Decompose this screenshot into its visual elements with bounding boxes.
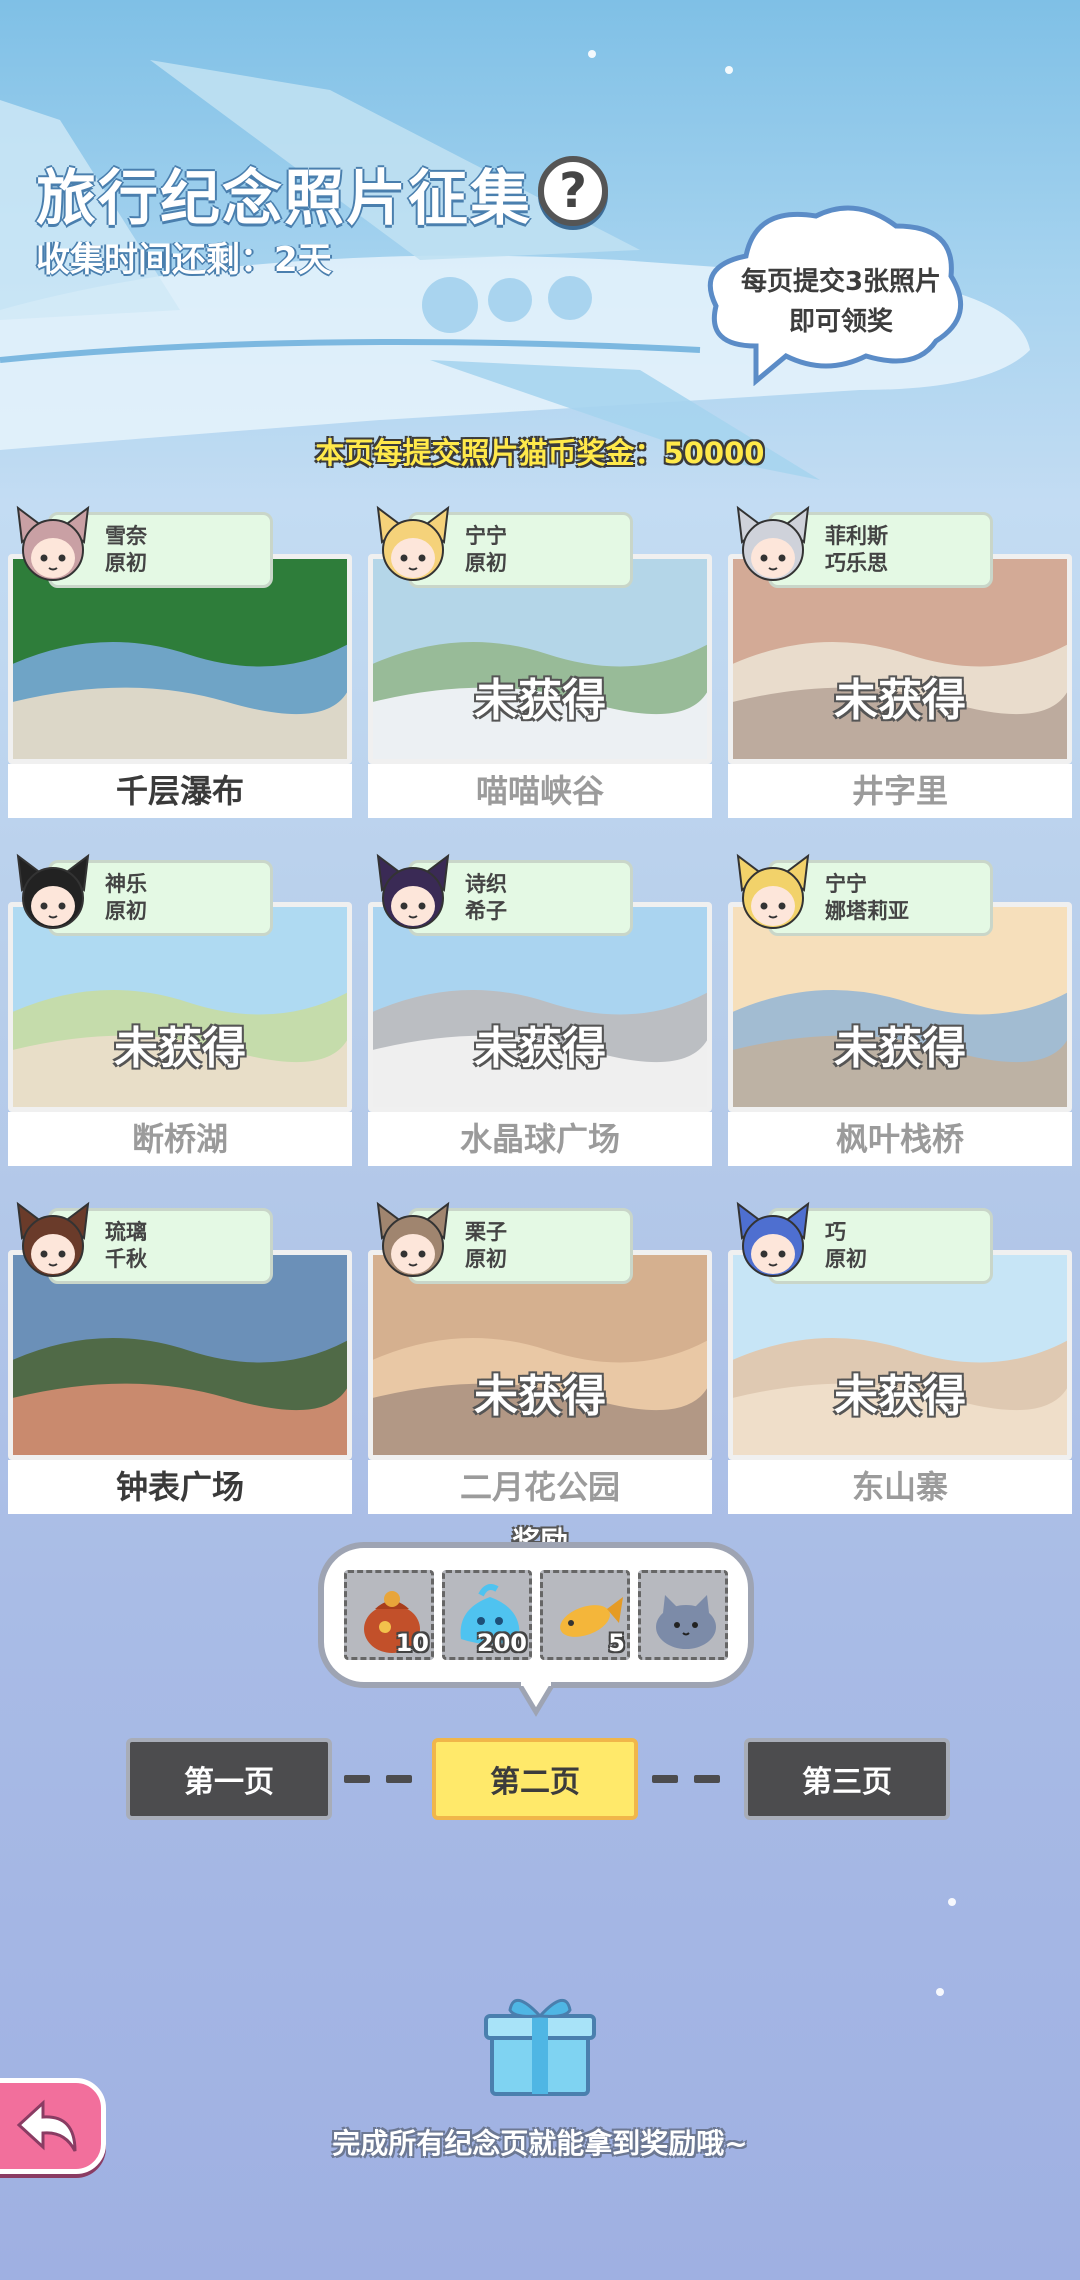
character-name: 琉璃 (105, 1220, 147, 1244)
locked-overlay (733, 1255, 1067, 1455)
gray-cat-icon (656, 1595, 716, 1649)
reward-slot[interactable] (638, 1570, 728, 1660)
locked-label: 未获得 (474, 1371, 606, 1422)
reward-count: 200 (476, 1629, 527, 1657)
photo-card[interactable]: 环球 距离:200 钟表广场 琉璃 千秋 (8, 1201, 352, 1514)
location-name: 枫叶栈桥 (728, 1112, 1072, 1166)
locked-label: 未获得 (474, 675, 606, 726)
page-3-button[interactable]: 第三页 (744, 1738, 950, 1820)
character-avatar-icon (736, 505, 810, 581)
character-avatar-icon (376, 853, 450, 929)
character-avatar-icon (16, 505, 90, 581)
location-photo (13, 559, 347, 759)
location-name: 钟表广场 (8, 1460, 352, 1514)
tip-cloud-text: 每页提交3张照片 即可领奖 (716, 262, 966, 342)
character-variant: 希子 (465, 899, 507, 923)
character-name: 栗子 (465, 1220, 507, 1244)
locked-label: 未获得 (834, 1371, 966, 1422)
reward-count: 5 (608, 1629, 625, 1657)
locked-overlay (373, 1255, 707, 1455)
character-avatar-icon (376, 505, 450, 581)
location-name: 喵喵峡谷 (368, 764, 712, 818)
reward-slot[interactable]: 5 (540, 1570, 630, 1660)
location-name: 断桥湖 (8, 1112, 352, 1166)
photo-card[interactable]: 未获得 华夏 距离:530 断桥湖 神乐 原初 (8, 853, 352, 1166)
gift-box-icon[interactable] (484, 1988, 596, 2100)
reward-count: 10 (395, 1629, 429, 1657)
locked-label: 未获得 (834, 675, 966, 726)
reward-slot[interactable]: 10 (344, 1570, 434, 1660)
character-name: 巧 (825, 1220, 846, 1244)
character-variant: 原初 (465, 551, 507, 575)
completion-hint: 完成所有纪念页就能拿到奖励哦~ (332, 2127, 748, 2160)
photo-card[interactable]: 未获得 华夏 距离:460 井字里 菲利斯 巧乐思 (728, 505, 1072, 818)
back-arrow-icon (16, 2099, 77, 2152)
photo-card[interactable]: 未获得 华夏 距离:360 喵喵峡谷 宁宁 原初 (368, 505, 712, 818)
character-variant: 巧乐思 (825, 551, 888, 575)
character-variant: 千秋 (105, 1247, 147, 1271)
locked-overlay (733, 907, 1067, 1107)
page-connector (652, 1775, 678, 1783)
sparkle (948, 1898, 956, 1906)
character-variant: 原初 (465, 1247, 507, 1271)
locked-label: 未获得 (114, 1023, 246, 1074)
locked-label: 未获得 (834, 1023, 966, 1074)
page-connector (344, 1775, 370, 1783)
page-connector (694, 1775, 720, 1783)
character-name: 菲利斯 (825, 524, 888, 548)
back-button[interactable] (0, 2078, 106, 2174)
page-connector (386, 1775, 412, 1783)
sparkle (725, 66, 733, 74)
help-button[interactable]: ? (538, 156, 608, 226)
locked-overlay (373, 559, 707, 759)
character-avatar-icon (736, 1201, 810, 1277)
character-name: 神乐 (105, 872, 147, 896)
character-avatar-icon (16, 853, 90, 929)
photo-card[interactable]: 华夏 距离:350 千层瀑布 雪奈 原初 (8, 505, 352, 818)
location-name: 东山寨 (728, 1460, 1072, 1514)
photo-card[interactable]: 未获得 东方 距离:500 东山寨 巧 原初 (728, 1201, 1072, 1514)
page-2-button[interactable]: 第二页 (432, 1738, 638, 1820)
character-avatar-icon (376, 1201, 450, 1277)
sparkle (588, 50, 596, 58)
page-title: 旅行纪念照片征集 (36, 164, 532, 234)
photo-card[interactable]: 未获得 北方 距离:300 枫叶栈桥 宁宁 娜塔莉亚 (728, 853, 1072, 1166)
character-name: 宁宁 (465, 524, 507, 548)
tip-line-2: 即可领奖 (788, 307, 893, 337)
locked-overlay (13, 907, 347, 1107)
character-variant: 原初 (825, 1247, 867, 1271)
question-icon: ? (559, 163, 587, 219)
reward-slot[interactable]: 200 (442, 1570, 532, 1660)
locked-overlay (733, 559, 1067, 759)
character-variant: 娜塔莉亚 (825, 899, 909, 923)
photo-card[interactable]: 未获得 环球 距离:250 二月花公园 栗子 原初 (368, 1201, 712, 1514)
character-name: 诗织 (465, 872, 507, 896)
character-name: 宁宁 (825, 872, 867, 896)
page-1-button[interactable]: 第一页 (126, 1738, 332, 1820)
location-name: 井字里 (728, 764, 1072, 818)
locked-label: 未获得 (474, 1023, 606, 1074)
reward-pointer (518, 1682, 554, 1717)
collection-timer: 收集时间还剩：2天 (36, 240, 332, 280)
sparkle (936, 1988, 944, 1996)
photo-card[interactable]: 未获得 北方 距离:250 水晶球广场 诗织 希子 (368, 853, 712, 1166)
character-variant: 原初 (105, 899, 147, 923)
coin-bonus-text: 本页每提交照片猫币奖金：50000 (315, 436, 765, 470)
location-name: 千层瀑布 (8, 764, 352, 818)
location-photo (13, 1255, 347, 1455)
character-avatar-icon (16, 1201, 90, 1277)
location-name: 二月花公园 (368, 1460, 712, 1514)
character-avatar-icon (736, 853, 810, 929)
character-variant: 原初 (105, 551, 147, 575)
character-name: 雪奈 (105, 524, 147, 548)
location-name: 水晶球广场 (368, 1112, 712, 1166)
tip-line-1: 每页提交3张照片 (740, 267, 942, 297)
locked-overlay (373, 907, 707, 1107)
